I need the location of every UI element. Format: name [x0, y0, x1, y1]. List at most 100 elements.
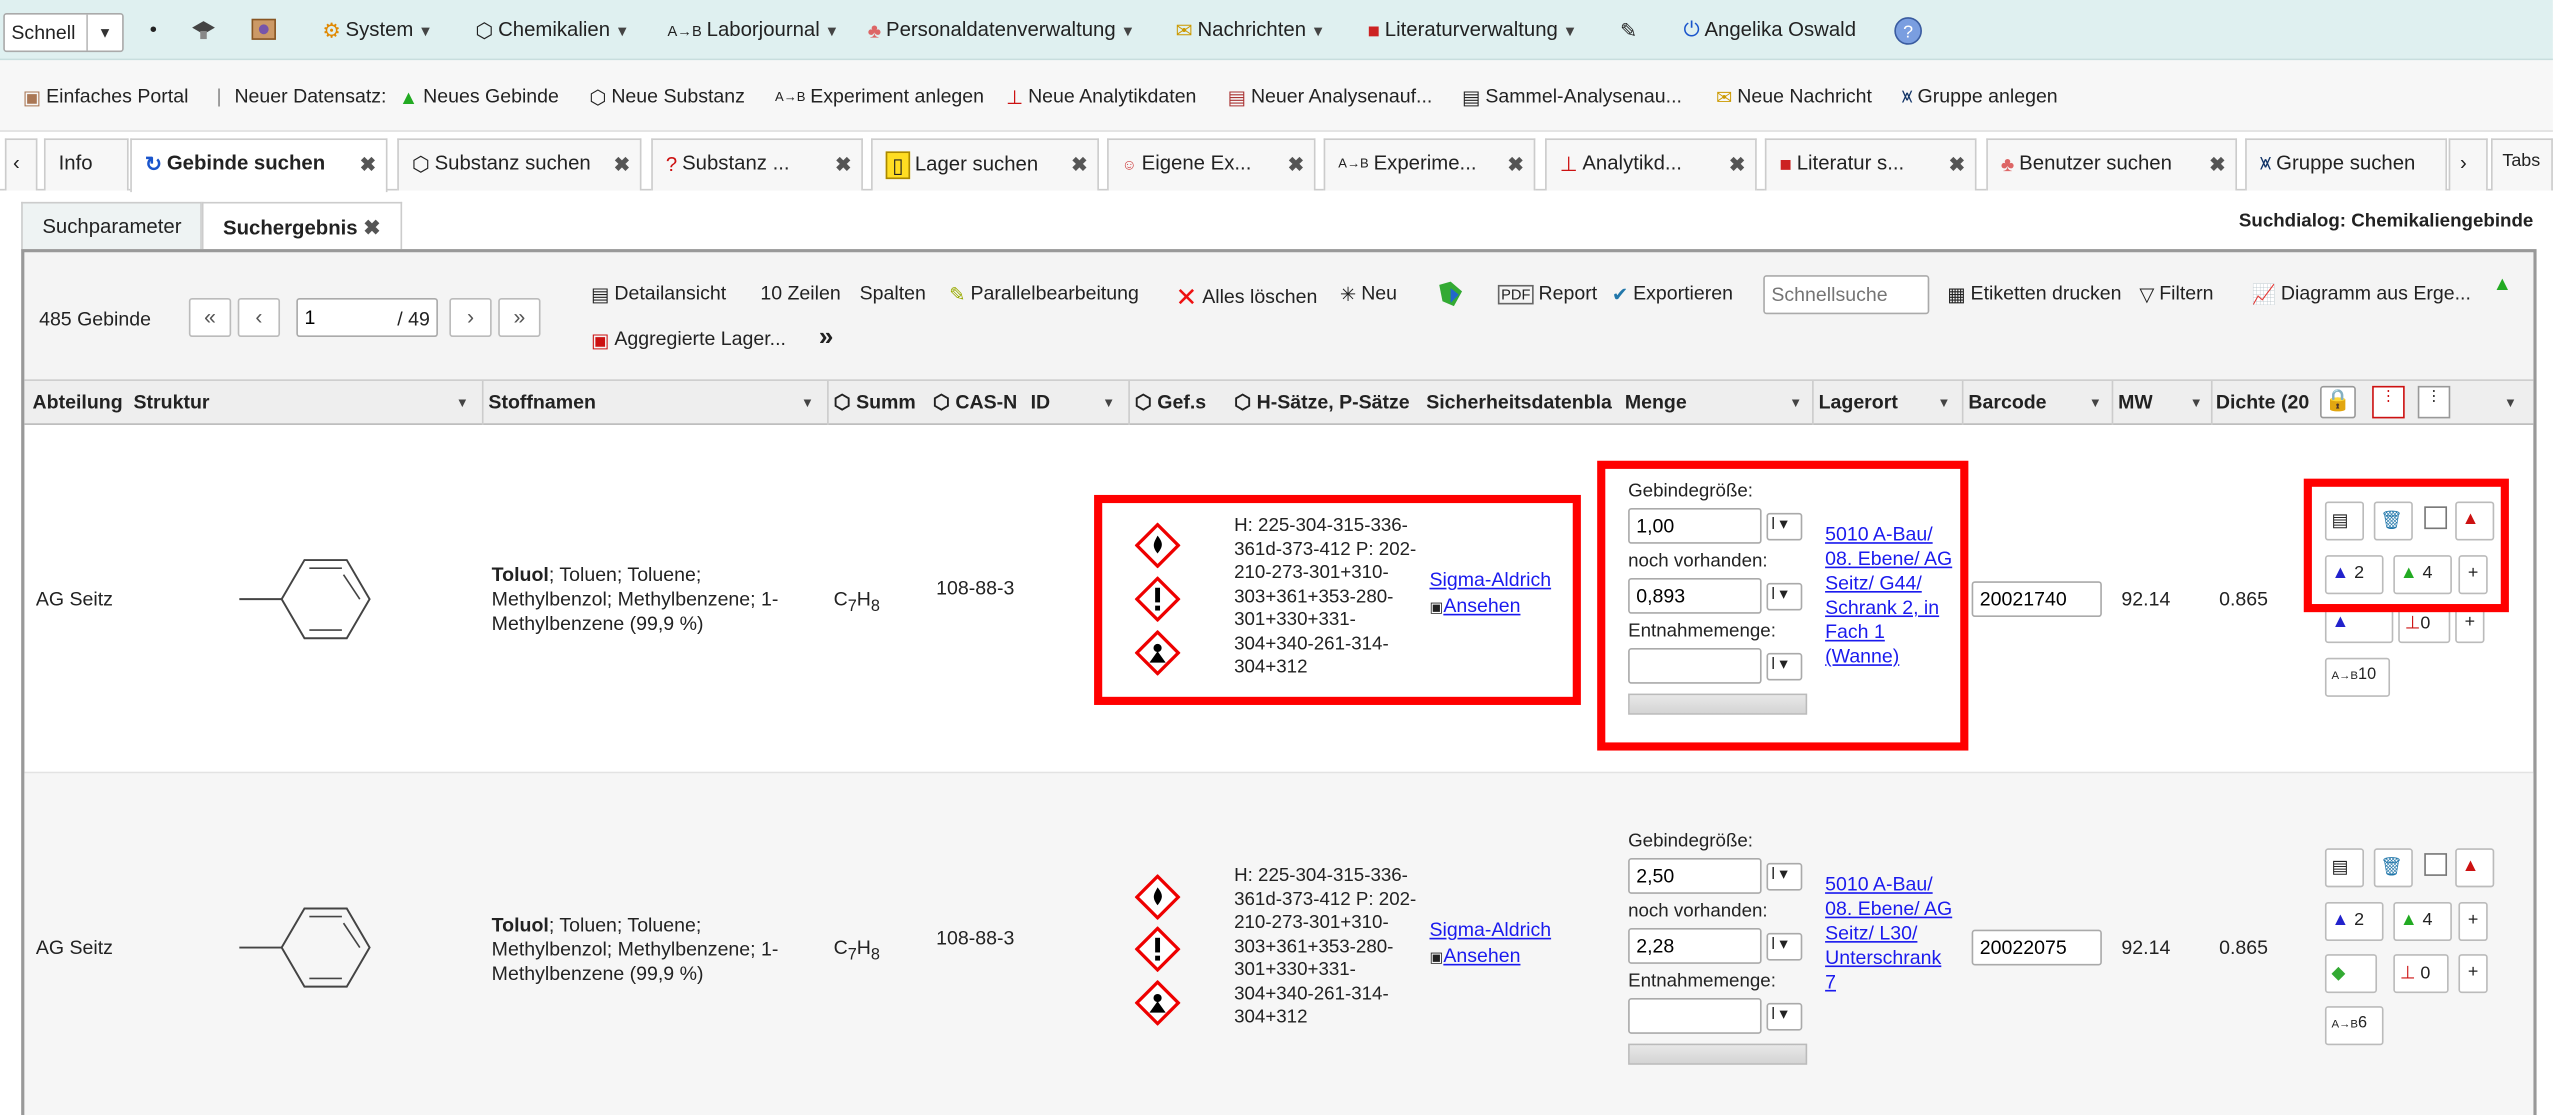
- tab-gebinde-suchen[interactable]: ↻ Gebinde suchen ✖: [130, 138, 388, 193]
- col-struktur[interactable]: Struktur: [134, 391, 210, 414]
- recycle-bin-icon[interactable]: 🗑: [2373, 501, 2413, 541]
- portal-icon[interactable]: [249, 15, 278, 49]
- tabs-scroll-left-icon[interactable]: ‹: [4, 138, 38, 191]
- size-input[interactable]: [1628, 507, 1762, 544]
- more-actions-icon[interactable]: »: [819, 324, 834, 353]
- col-cas[interactable]: ⬡ CAS-N: [933, 391, 1031, 414]
- table-row[interactable]: AG Seitz Toluol; Toluen; Toluene; Methyl…: [24, 425, 2534, 774]
- col-abteilung[interactable]: Abteilung: [33, 391, 131, 414]
- flask-icon[interactable]: ▲: [2493, 272, 2512, 295]
- recycle-bin-icon[interactable]: 🗑: [2373, 848, 2413, 888]
- col-menge-sort-icon[interactable]: ▼: [1789, 396, 1802, 411]
- sds-view-link[interactable]: ▣Ansehen: [1429, 594, 1520, 620]
- new-analysis-request-button[interactable]: ▤ Neuer Analysenauf...: [1228, 85, 1433, 109]
- select-checkbox[interactable]: [2424, 853, 2448, 876]
- storage-location-link[interactable]: 5010 A-Bau/ 08. Ebene/ AG Seitz/ L30/ Un…: [1825, 873, 1955, 995]
- prev-page-button[interactable]: ‹: [237, 297, 281, 338]
- storage-location-link[interactable]: 5010 A-Bau/ 08. Ebene/ AG Seitz/ G44/ Sc…: [1825, 523, 1955, 670]
- col-struktur-sort-icon[interactable]: ▼: [456, 396, 469, 411]
- col-stoffnamen[interactable]: Stoffnamen: [488, 391, 595, 414]
- columns-button[interactable]: Spalten: [860, 282, 926, 305]
- hat-icon[interactable]: [189, 15, 218, 49]
- tab-substanz-2[interactable]: ? Substanz ... ✖: [651, 138, 863, 191]
- take-amount-unit-select[interactable]: l ▾: [1766, 652, 1803, 681]
- col-gefahrsymbole[interactable]: ⬡ Gef.s: [1135, 391, 1225, 414]
- parallel-edit-button[interactable]: ✎ Parallelbearbeitung: [949, 282, 1139, 306]
- usage-count-button[interactable]: ▲ 2: [2324, 555, 2384, 595]
- close-icon[interactable]: ✖: [363, 217, 380, 240]
- close-icon[interactable]: ✖: [360, 153, 376, 176]
- tab-literatur[interactable]: ■ Literatur s... ✖: [1764, 138, 1977, 191]
- sds-view-link[interactable]: ▣Ansehen: [1429, 944, 1520, 970]
- col-barcode-sort-icon[interactable]: ▼: [2089, 396, 2102, 411]
- available-unit-select[interactable]: l ▾: [1766, 582, 1803, 611]
- add-container-button[interactable]: +: [2458, 555, 2488, 595]
- new-analytics-button[interactable]: ⊥ Neue Analytikdaten: [1006, 85, 1196, 109]
- subtab-suchergebnis[interactable]: Suchergebnis ✖: [201, 201, 402, 253]
- structure-edit-button[interactable]: ▲: [2324, 604, 2394, 644]
- close-icon[interactable]: ✖: [835, 153, 851, 176]
- tabs-menu[interactable]: Tabs: [2490, 138, 2553, 191]
- available-input[interactable]: [1628, 928, 1762, 964]
- first-page-button[interactable]: «: [188, 297, 232, 338]
- quick-search-input[interactable]: [1763, 275, 1930, 315]
- tab-analytik[interactable]: ⊥ Analytikd... ✖: [1545, 138, 1757, 191]
- batch-analysis-button[interactable]: ▤ Sammel-Analysenau...: [1462, 85, 1682, 109]
- col-barcode[interactable]: Barcode: [1968, 391, 2046, 414]
- col-menge[interactable]: Menge: [1625, 391, 1687, 414]
- col-stoffnamen-sort-icon[interactable]: ▼: [801, 396, 814, 411]
- new-button[interactable]: ✳ Neu: [1340, 282, 1397, 306]
- diagram-button[interactable]: 📈 Diagramm aus Erge...: [2252, 282, 2471, 306]
- col-h-p-saetze[interactable]: ⬡ H-Sätze, P-Sätze: [1234, 391, 1423, 414]
- next-page-button[interactable]: ›: [449, 297, 492, 338]
- add-container-button[interactable]: +: [2458, 901, 2488, 942]
- close-icon[interactable]: ✖: [1508, 153, 1524, 176]
- col-lagerort[interactable]: Lagerort: [1819, 391, 1898, 414]
- available-unit-select[interactable]: l ▾: [1766, 932, 1803, 961]
- close-icon[interactable]: ✖: [1288, 153, 1304, 176]
- col-lagerort-sort-icon[interactable]: ▼: [1937, 396, 1950, 411]
- tab-experimente[interactable]: A→B Experime... ✖: [1323, 138, 1536, 191]
- usage-count-button[interactable]: ▲ 2: [2324, 901, 2384, 942]
- size-unit-select[interactable]: l ▾: [1766, 512, 1803, 541]
- menu-system[interactable]: ⚙ System ▼: [322, 18, 432, 43]
- tab-substanz-suchen[interactable]: ⬡ Substanz suchen ✖: [397, 138, 642, 191]
- col-summenformel[interactable]: ⬡ Summ: [834, 391, 924, 414]
- structure-icon[interactable]: [1434, 278, 1467, 315]
- new-group-button[interactable]: ⩙ Gruppe anlegen: [1902, 85, 2058, 110]
- close-icon[interactable]: ✖: [1071, 153, 1087, 176]
- col-mw[interactable]: MW: [2118, 391, 2153, 414]
- container-count-button[interactable]: ▲ 4: [2393, 901, 2452, 942]
- detail-view-icon[interactable]: ▤: [2324, 848, 2365, 888]
- flask-red-icon[interactable]: ▲: [2455, 848, 2495, 888]
- help-icon[interactable]: ?: [1893, 16, 1922, 50]
- size-unit-select[interactable]: l ▾: [1766, 862, 1803, 891]
- select-checkbox[interactable]: [2424, 506, 2448, 530]
- list-icon[interactable]: ⋮: [2417, 385, 2451, 419]
- barcode-input[interactable]: [1971, 929, 2102, 966]
- rows-per-page-button[interactable]: 10 Zeilen: [760, 282, 840, 305]
- col-id-sort-icon[interactable]: ▼: [1102, 396, 1115, 411]
- structure-icon[interactable]: ◆: [2324, 954, 2378, 994]
- table-row[interactable]: AG Seitz Toluol; Toluen; Toluene; Methyl…: [24, 773, 2534, 1115]
- analytics-count-button[interactable]: ⊥ 0: [2393, 954, 2449, 994]
- add-analytics-button[interactable]: +: [2458, 954, 2488, 994]
- take-amount-input[interactable]: [1628, 647, 1762, 684]
- close-icon[interactable]: ✖: [614, 153, 630, 176]
- available-input[interactable]: [1628, 577, 1762, 614]
- sds-vendor-link[interactable]: Sigma-Aldrich: [1429, 918, 1551, 942]
- print-labels-button[interactable]: ▦ Etiketten drucken: [1947, 282, 2121, 306]
- filter-button[interactable]: ▽ Filtern: [2139, 282, 2213, 306]
- subtab-suchparameter[interactable]: Suchparameter: [21, 201, 203, 251]
- tabs-scroll-right-icon[interactable]: ›: [2448, 138, 2488, 191]
- quick-select[interactable]: Schnell ▼: [3, 13, 124, 53]
- menu-chemikalien[interactable]: ⬡ Chemikalien ▼: [475, 18, 629, 43]
- aggregated-storage-button[interactable]: ▣ Aggregierte Lager...: [591, 327, 786, 351]
- flask-red-icon[interactable]: ▲: [2455, 501, 2495, 541]
- tools-icon[interactable]: ✎: [1620, 18, 1637, 43]
- analytics-count-button[interactable]: ⊥0: [2398, 604, 2451, 644]
- col-mw-sort-icon[interactable]: ▼: [2190, 396, 2203, 411]
- detail-view-icon[interactable]: ▤: [2324, 501, 2365, 541]
- menu-literatur[interactable]: ■ Literaturverwaltung ▼: [1368, 18, 1578, 42]
- lock-icon[interactable]: 🔒: [2320, 385, 2356, 419]
